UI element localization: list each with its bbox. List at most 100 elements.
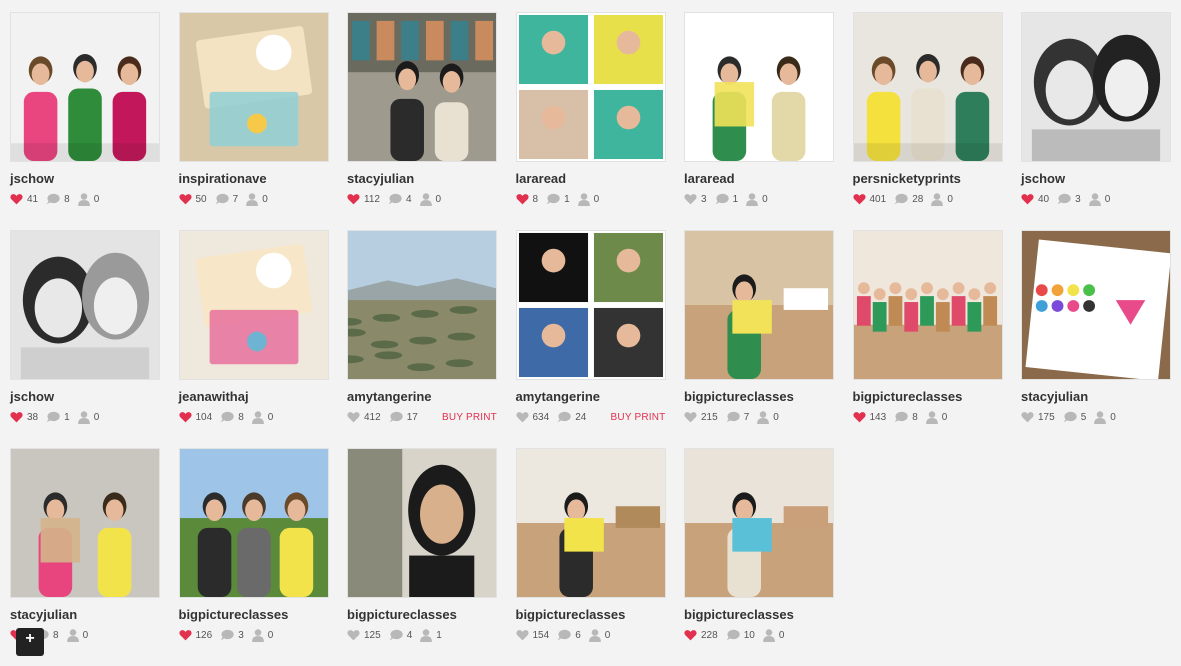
username-link[interactable]: bigpictureclasses (684, 389, 834, 405)
photo-thumbnail[interactable] (10, 12, 160, 162)
photo-thumbnail[interactable] (347, 12, 497, 162)
heart-icon[interactable] (684, 193, 697, 205)
heart-icon[interactable] (10, 193, 23, 205)
person-icon (246, 192, 259, 206)
username-link[interactable]: amytangerine (516, 389, 666, 405)
stat-count: 41 (27, 193, 39, 205)
photo-thumbnail[interactable] (10, 230, 160, 380)
username-link[interactable]: stacyjulian (1021, 389, 1171, 405)
heart-icon[interactable] (1021, 411, 1034, 423)
stat-count: 40 (1038, 193, 1050, 205)
buy-print-link[interactable]: BUY PRINT (611, 412, 666, 423)
heart-icon[interactable] (515, 629, 529, 641)
photo-thumbnail[interactable] (684, 230, 834, 380)
heart-icon[interactable] (347, 193, 360, 205)
comment-bubble-icon[interactable] (46, 411, 60, 423)
username-link[interactable]: inspirationave (179, 171, 329, 187)
person-icon (925, 410, 938, 424)
photo-thumbnail[interactable] (515, 230, 666, 380)
heart-icon[interactable] (178, 411, 192, 423)
photo-thumbnail[interactable] (1021, 230, 1171, 380)
stat-count: 1 (64, 411, 70, 423)
heart-icon[interactable] (852, 193, 866, 205)
photo-thumbnail[interactable] (852, 12, 1003, 162)
comment-bubble-icon[interactable] (215, 193, 229, 205)
photo-thumbnail[interactable] (1021, 12, 1171, 162)
stat-count: 0 (762, 193, 768, 205)
heart-icon[interactable] (852, 411, 866, 423)
comment-bubble-icon[interactable] (715, 193, 729, 205)
comment-bubble-icon[interactable] (220, 629, 234, 641)
username-link[interactable]: bigpictureclasses (853, 389, 1003, 405)
heart-icon[interactable] (178, 193, 192, 205)
comment-bubble-icon[interactable] (557, 411, 571, 423)
username-link[interactable]: lararead (684, 171, 834, 187)
username-link[interactable]: jschow (10, 171, 160, 187)
username-link[interactable]: bigpictureclasses (516, 607, 666, 623)
heart-icon[interactable] (10, 411, 23, 423)
plus-icon: + (25, 630, 35, 647)
username-link[interactable]: bigpictureclasses (347, 607, 497, 623)
username-link[interactable]: amytangerine (347, 389, 497, 405)
photo-card: bigpictureclasses 154 6 0 (515, 448, 666, 666)
username-link[interactable]: bigpictureclasses (179, 607, 329, 623)
photo-thumbnail[interactable] (178, 448, 329, 598)
comment-bubble-icon[interactable] (1063, 411, 1077, 423)
heart-icon[interactable] (515, 193, 529, 205)
username-link[interactable]: lararead (516, 171, 666, 187)
photo-stats: 40 3 0 (1021, 191, 1171, 207)
person-icon (251, 410, 264, 424)
stat-count: 0 (93, 193, 100, 205)
comment-bubble-icon[interactable] (726, 629, 740, 641)
photo-thumbnail[interactable] (852, 230, 1003, 380)
comment-bubble-icon[interactable] (557, 629, 571, 641)
comment-bubble-icon[interactable] (46, 193, 60, 205)
photo-thumbnail[interactable] (10, 448, 160, 598)
photo-thumbnail[interactable] (347, 230, 497, 380)
comment-bubble-icon[interactable] (546, 193, 560, 205)
heart-icon[interactable] (684, 629, 697, 641)
comment-bubble-icon[interactable] (389, 629, 403, 641)
stat-count: 4 (405, 193, 412, 205)
comment-bubble-icon[interactable] (894, 411, 908, 423)
heart-icon[interactable] (347, 411, 360, 423)
username-link[interactable]: jeanawithaj (179, 389, 329, 405)
username-link[interactable]: stacyjulian (347, 171, 497, 187)
photo-stats: 154 6 0 (515, 627, 666, 643)
photo-card: jschow 38 1 0 (10, 230, 160, 448)
stat-count: 112 (364, 193, 380, 205)
username-link[interactable]: bigpictureclasses (684, 607, 834, 623)
username-link[interactable]: jschow (1021, 171, 1171, 187)
add-button[interactable]: + (16, 628, 44, 656)
heart-icon[interactable] (684, 411, 697, 423)
comment-bubble-icon[interactable] (726, 411, 740, 423)
photo-thumbnail[interactable] (178, 230, 329, 380)
stat-count: 0 (267, 411, 274, 423)
comment-bubble-icon[interactable] (389, 411, 403, 423)
comment-bubble-icon[interactable] (388, 193, 402, 205)
heart-icon[interactable] (347, 629, 360, 641)
photo-thumbnail[interactable] (684, 448, 834, 598)
stat-count: 6 (575, 629, 581, 641)
heart-icon[interactable] (515, 411, 529, 423)
stat-count: 0 (773, 411, 779, 423)
buy-print-link[interactable]: BUY PRINT (442, 412, 497, 423)
heart-icon[interactable] (178, 629, 192, 641)
username-link[interactable]: persnicketyprints (853, 171, 1003, 187)
username-link[interactable]: stacyjulian (10, 607, 160, 623)
person-icon (931, 192, 944, 206)
photo-thumbnail[interactable] (178, 12, 329, 162)
heart-icon[interactable] (1021, 193, 1034, 205)
photo-thumbnail[interactable] (684, 12, 834, 162)
stat-count: 8 (238, 411, 244, 423)
stat-count: 0 (593, 193, 600, 205)
comment-bubble-icon[interactable] (1057, 193, 1071, 205)
photo-thumbnail[interactable] (515, 12, 666, 162)
photo-thumbnail[interactable] (347, 448, 497, 598)
stat-count: 0 (93, 411, 100, 423)
comment-bubble-icon[interactable] (894, 193, 908, 205)
username-link[interactable]: jschow (10, 389, 160, 405)
comment-bubble-icon[interactable] (220, 411, 234, 423)
photo-stats: 125 4 1 (347, 627, 497, 643)
photo-thumbnail[interactable] (515, 448, 666, 598)
